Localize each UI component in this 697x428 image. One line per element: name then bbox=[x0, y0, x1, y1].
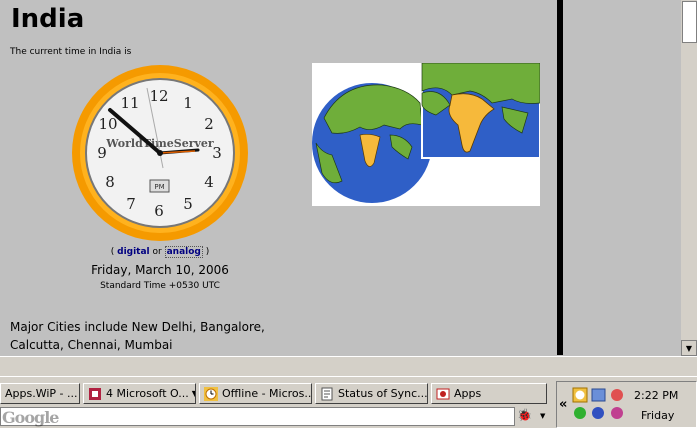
tray-check-icon bbox=[574, 407, 586, 419]
tray-clock-day: Friday bbox=[641, 409, 675, 422]
clock-mode-links: ( digital or analog ) bbox=[0, 246, 320, 258]
analog-clock: 12 1 2 3 4 5 6 7 8 9 10 11 WorldTimeServ… bbox=[72, 65, 248, 241]
task-status-of-sync[interactable]: Status of Sync... bbox=[315, 383, 428, 404]
task-label: Offline - Micros... bbox=[222, 387, 312, 400]
right-blank-area bbox=[563, 0, 681, 355]
vertical-scrollbar[interactable]: ▼ bbox=[681, 0, 697, 356]
clock-ampm: PM bbox=[154, 183, 164, 191]
tray-status-icon bbox=[592, 407, 604, 419]
clock-brand: WorldTimeServer bbox=[105, 137, 214, 150]
current-date: Friday, March 10, 2006 bbox=[91, 263, 229, 277]
digital-link[interactable]: digital bbox=[117, 247, 150, 257]
tray-expand-button[interactable]: « bbox=[559, 397, 567, 412]
task-label: 4 Microsoft O... bbox=[106, 387, 189, 400]
taskbar: Apps.WiP - ... 4 Microsoft O... ▼ Offlin… bbox=[0, 376, 697, 428]
tray-icons bbox=[572, 387, 623, 419]
search-toolbar-input[interactable] bbox=[0, 407, 515, 426]
clock-number-2: 2 bbox=[204, 115, 214, 133]
toolbar-dropdown-icon[interactable]: ▼ bbox=[540, 412, 545, 420]
scroll-down-button[interactable]: ▼ bbox=[681, 340, 697, 356]
analog-link[interactable]: analog bbox=[164, 246, 203, 258]
tray-app-icon bbox=[611, 407, 623, 419]
horizontal-scrollbar[interactable] bbox=[0, 356, 697, 376]
clock-number-5: 5 bbox=[183, 195, 193, 213]
intro-text: The current time in India is bbox=[10, 47, 132, 57]
clock-icon bbox=[204, 386, 218, 401]
task-label: Apps.WiP - ... bbox=[5, 387, 78, 400]
clock-number-8: 8 bbox=[105, 173, 115, 191]
toolbar-icon[interactable]: 🐞 bbox=[517, 408, 532, 422]
clock-number-12: 12 bbox=[149, 87, 168, 105]
browser-content: India The current time in India is 12 1 … bbox=[0, 0, 557, 355]
scroll-thumb[interactable] bbox=[682, 1, 697, 43]
links-close-paren: ) bbox=[205, 247, 210, 257]
clock-number-10: 10 bbox=[98, 115, 117, 133]
major-cities: Major Cities include New Delhi, Bangalor… bbox=[10, 318, 310, 354]
dropdown-arrow-icon: ▼ bbox=[192, 389, 195, 398]
task-apps-wip[interactable]: Apps.WiP - ... bbox=[0, 383, 80, 404]
google-logo: Google bbox=[2, 408, 59, 427]
clock-number-1: 1 bbox=[183, 94, 193, 112]
document-icon bbox=[321, 387, 333, 400]
tray-mail-icon bbox=[611, 389, 623, 401]
app-icon bbox=[436, 388, 450, 399]
clock-number-7: 7 bbox=[126, 195, 136, 213]
india-map-image bbox=[312, 63, 540, 206]
outlook-icon bbox=[89, 387, 101, 400]
tray-network-icon bbox=[591, 388, 606, 402]
links-or: or bbox=[152, 247, 162, 257]
task-label: Apps bbox=[454, 387, 482, 400]
links-open-paren: ( bbox=[110, 247, 115, 257]
arrow-down-icon: ▼ bbox=[685, 343, 693, 353]
task-label: Status of Sync... bbox=[338, 387, 428, 400]
cities-line-1: Major Cities include New Delhi, Bangalor… bbox=[10, 320, 265, 334]
task-microsoft-office[interactable]: 4 Microsoft O... ▼ bbox=[83, 383, 196, 404]
clock-number-6: 6 bbox=[154, 202, 164, 220]
task-apps[interactable]: Apps bbox=[431, 383, 547, 404]
clock-number-4: 4 bbox=[204, 173, 214, 191]
task-offline-microsoft[interactable]: Offline - Micros... bbox=[199, 383, 312, 404]
page-title: India bbox=[11, 4, 85, 34]
timezone-text: Standard Time +0530 UTC bbox=[100, 281, 220, 291]
tray-clock-time[interactable]: 2:22 PM bbox=[634, 389, 678, 402]
clock-number-11: 11 bbox=[120, 94, 139, 112]
cities-line-2: Calcutta, Chennai, Mumbai bbox=[10, 338, 173, 352]
